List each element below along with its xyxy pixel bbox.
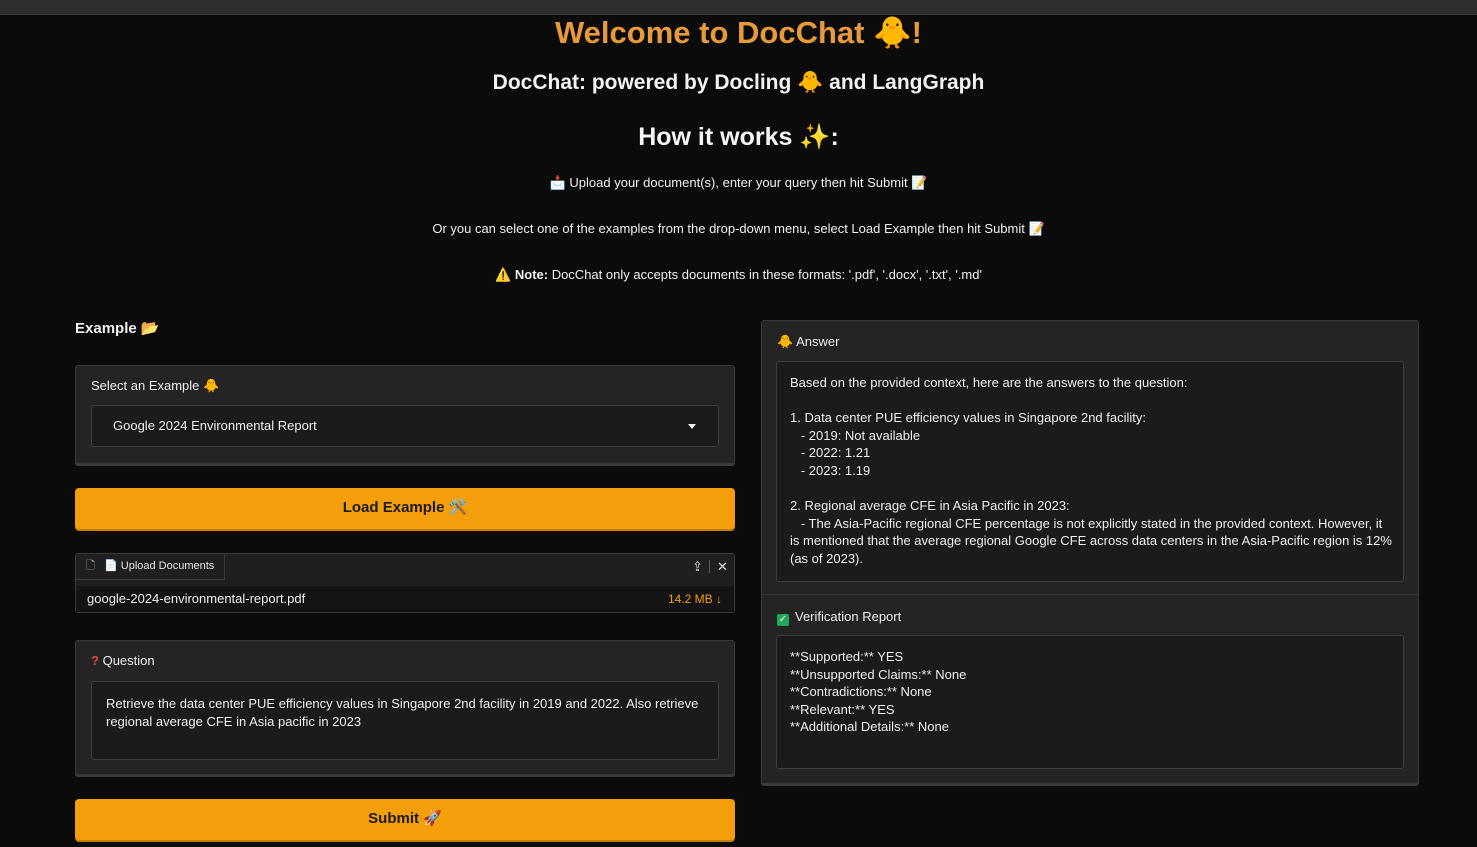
section-divider [762,594,1418,595]
verification-output[interactable]: **Supported:** YES **Unsupported Claims:… [776,635,1404,769]
answer-line: - 2019: Not available [790,427,921,443]
note-text: DocChat only accepts documents in these … [548,267,982,282]
answer-line: - 2023: 1.19 [790,462,871,478]
answer-line: 1. Data center PUE efficiency values in … [790,410,1147,426]
answer-line: - 2022: 1.21 [790,445,871,461]
question-text: Retrieve the data center PUE efficiency … [106,696,699,729]
upload-tab-label: 📄 Upload Documents [104,560,215,572]
page-header: Welcome to DocChat 🐥! DocChat: powered b… [0,14,1477,284]
upload-documents-panel[interactable]: 🗋 📄 Upload Documents ⇪ ✕ google-2024-env… [75,553,735,613]
left-column: Example 📂 Select an Example 🐥 Google 202… [75,318,735,840]
verification-line: **Contradictions:** None [790,684,932,700]
file-size-download[interactable]: 14.2 MB ↓ [668,586,722,612]
page-title: Welcome to DocChat 🐥! [554,15,922,50]
format-note: ⚠️ Note: DocChat only accepts documents … [0,266,1477,284]
page-subtitle: DocChat: powered by Docling 🐥 and LangGr… [492,71,985,94]
file-icon: 🗋 [86,560,95,572]
question-panel: ? Question Retrieve the data center PUE … [75,640,735,775]
upload-icon[interactable]: ⇪ [692,554,703,579]
example-dropdown-value: Google 2024 Environmental Report [113,418,317,433]
warning-icon: ⚠️ [495,267,512,282]
note-label: Note: [514,267,549,282]
example-select-panel: Select an Example 🐥 Google 2024 Environm… [75,365,735,464]
verification-line: **Unsupported Claims:** None [790,666,967,682]
browser-top-bar [0,0,1477,15]
checkbox-checked-icon: ✓ [777,614,789,626]
question-input[interactable]: Retrieve the data center PUE efficiency … [91,681,719,760]
answer-line [790,392,1392,410]
answer-line [790,480,1392,498]
verification-label: ✓ Verification Report [777,609,902,626]
example-select-label: Select an Example 🐥 [91,378,220,393]
instructions-example: Or you can select one of the examples fr… [432,221,1045,236]
close-icon[interactable]: ✕ [717,554,728,579]
answer-line: 2. Regional average CFE in Asia Pacific … [790,498,1070,514]
upload-actions: ⇪ ✕ [684,554,734,579]
question-label: ? Question [91,653,155,668]
verification-line: **Supported:** YES [790,649,904,664]
answer-line: Based on the provided context, here are … [790,375,1188,390]
answer-text: Based on the provided context, here are … [790,374,1392,568]
verification-line: **Relevant:** YES [790,701,895,717]
example-heading: Example 📂 [75,320,160,337]
how-it-works-heading: How it works ✨: [638,123,839,151]
results-panel: 🐥 Answer Based on the provided context, … [761,320,1419,784]
answer-output[interactable]: Based on the provided context, here are … [776,361,1404,582]
divider [709,560,710,573]
instructions-upload: 📩 Upload your document(s), enter your qu… [549,175,928,190]
answer-line: - The Asia-Pacific regional CFE percenta… [790,515,1383,531]
uploaded-file-row[interactable]: google-2024-environmental-report.pdf 14.… [76,586,734,612]
answer-line: is mentioned that the average regional G… [790,533,1392,549]
verification-text: **Supported:** YES **Unsupported Claims:… [790,648,1392,736]
submit-button[interactable]: Submit 🚀 [75,799,735,840]
chevron-down-icon [688,424,696,429]
file-name: google-2024-environmental-report.pdf [87,591,306,606]
answer-line: (as of 2023). [790,550,863,566]
example-dropdown[interactable]: Google 2024 Environmental Report [91,405,719,447]
verification-line: **Additional Details:** None [790,719,949,735]
load-example-button[interactable]: Load Example 🛠️ [75,488,735,529]
question-mark-icon: ? [91,653,99,668]
answer-label: 🐥 Answer [777,334,840,349]
upload-documents-tab[interactable]: 🗋 📄 Upload Documents [76,554,225,580]
